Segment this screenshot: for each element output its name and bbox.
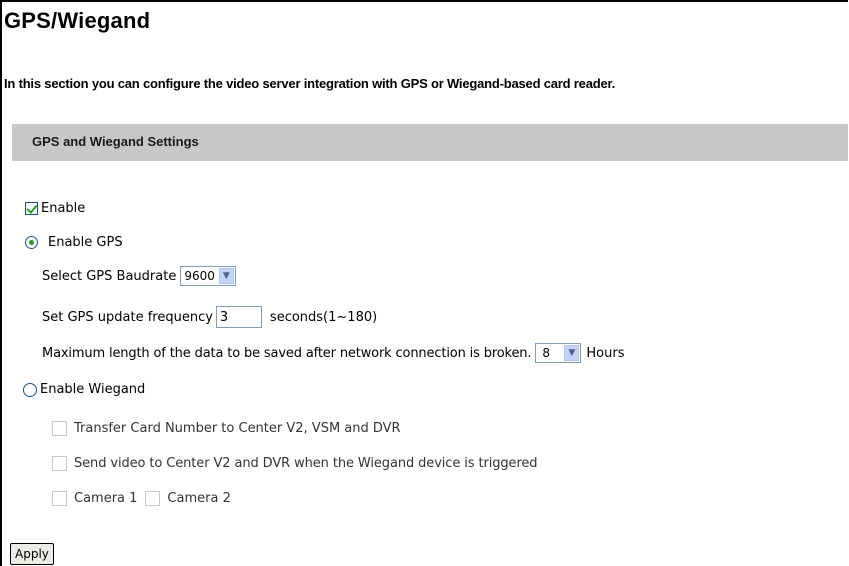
wiegand-camera-row: Camera 1 Camera 2 — [52, 491, 231, 506]
wiegand-transfer-label: Transfer Card Number to Center V2, VSM a… — [74, 421, 401, 436]
camera2-checkbox[interactable] — [145, 491, 161, 506]
section-title: GPS and Wiegand Settings — [32, 134, 199, 149]
enable-gps-label: Enable GPS — [48, 235, 123, 250]
gps-frequency-suffix: seconds(1~180) — [269, 309, 378, 325]
gps-frequency-input[interactable]: 3 — [215, 306, 262, 328]
wiegand-send-video-label: Send video to Center V2 and DVR when the… — [74, 456, 538, 471]
enable-checkbox[interactable] — [25, 202, 38, 215]
gps-baudrate-label: Select GPS Baudrate — [42, 268, 177, 284]
wiegand-send-video-checkbox[interactable] — [52, 456, 67, 471]
page-intro: In this section you can configure the vi… — [4, 76, 616, 91]
gps-baudrate-select[interactable]: 9600 ▼ — [180, 266, 236, 286]
gps-baudrate-value: 9600 — [184, 269, 215, 283]
camera2-label: Camera 2 — [167, 491, 231, 506]
apply-button[interactable]: Apply — [10, 543, 54, 565]
camera1-checkbox[interactable] — [52, 491, 67, 506]
section-header: GPS and Wiegand Settings — [12, 124, 848, 161]
gps-frequency-label: Set GPS update frequency — [42, 309, 213, 325]
enable-gps-radio[interactable] — [25, 236, 38, 249]
gps-maxlength-select[interactable]: 8 ▼ — [535, 343, 582, 363]
gps-maxlength-suffix: Hours — [586, 345, 625, 361]
gps-maxlength-label: Maximum length of the data to be saved a… — [42, 345, 532, 361]
enable-gps-row: Enable GPS — [25, 235, 123, 250]
enable-label: Enable — [41, 201, 86, 216]
chevron-down-icon: ▼ — [218, 268, 234, 284]
camera1-label: Camera 1 — [74, 491, 138, 506]
wiegand-transfer-checkbox[interactable] — [52, 421, 67, 436]
gps-frequency-value: 3 — [219, 309, 229, 325]
chevron-down-icon: ▼ — [564, 345, 580, 361]
page-title: GPS/Wiegand — [4, 8, 151, 33]
gps-frequency-row: Set GPS update frequency 3 seconds(1~180… — [42, 306, 377, 328]
gps-maxlength-value: 8 — [542, 346, 551, 360]
gps-maxlength-row: Maximum length of the data to be saved a… — [42, 343, 624, 363]
wiegand-transfer-row: Transfer Card Number to Center V2, VSM a… — [52, 421, 401, 436]
gps-baudrate-row: Select GPS Baudrate 9600 ▼ — [42, 266, 236, 286]
enable-wiegand-radio[interactable] — [23, 382, 37, 397]
enable-wiegand-row: Enable Wiegand — [23, 382, 145, 397]
wiegand-send-video-row: Send video to Center V2 and DVR when the… — [52, 456, 538, 471]
enable-row: Enable — [25, 201, 85, 216]
enable-wiegand-label: Enable Wiegand — [40, 382, 146, 397]
